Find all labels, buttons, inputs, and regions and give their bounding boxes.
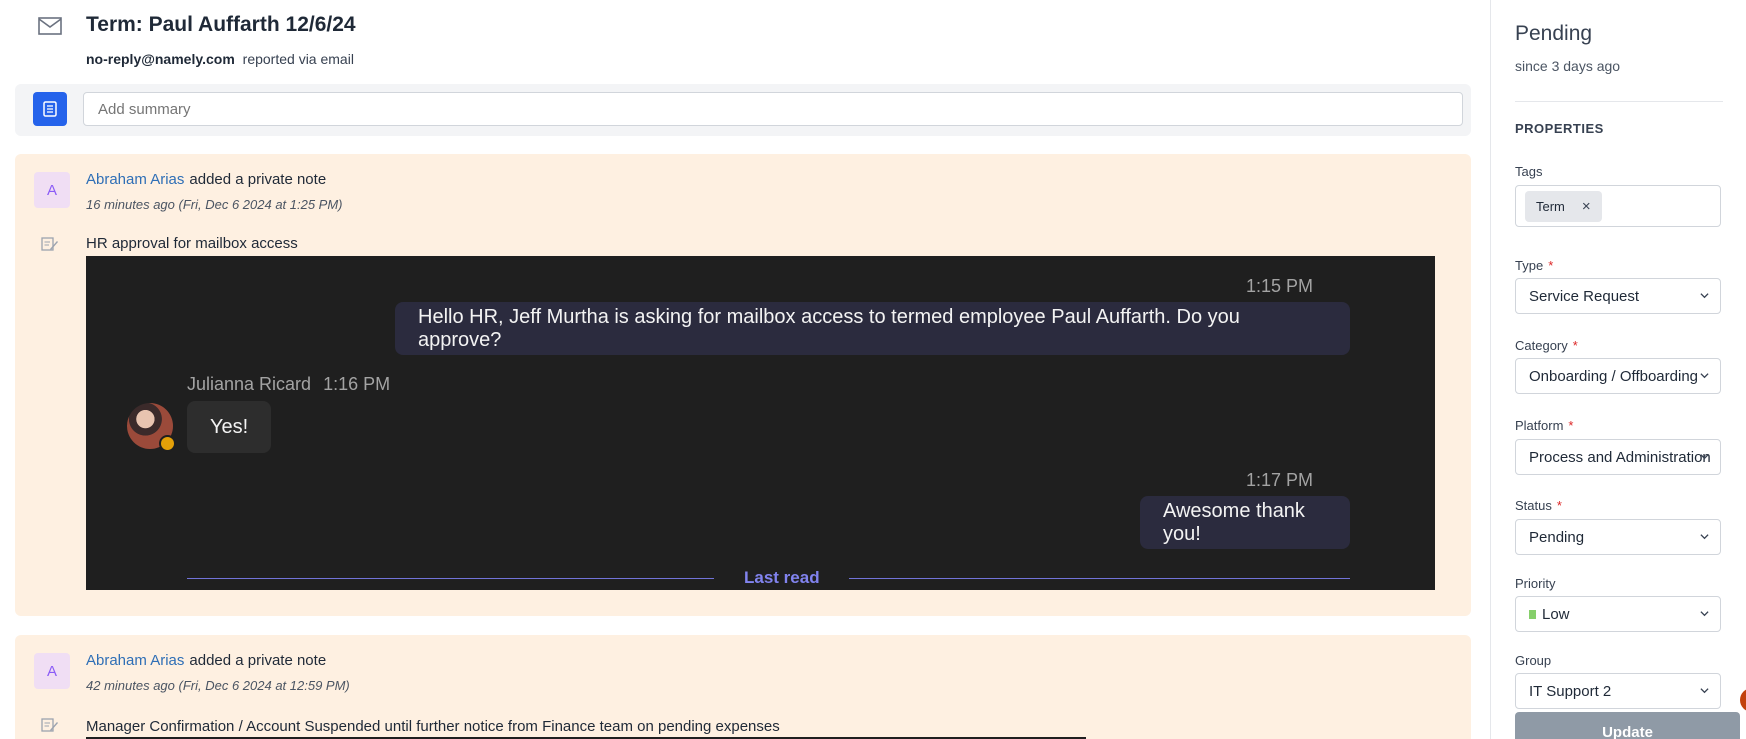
note-body: HR approval for mailbox access: [86, 235, 298, 252]
note-header: Abraham Arias added a private note: [86, 652, 326, 669]
status-heading: Pending: [1515, 22, 1593, 45]
tag-chip: Term ×: [1525, 191, 1602, 222]
ticket-main: Term: Paul Auffarth 12/6/24 no-reply@nam…: [0, 0, 1490, 739]
priority-select[interactable]: Low: [1515, 596, 1721, 632]
chevron-down-icon: [1700, 611, 1709, 617]
note-timestamp: 42 minutes ago (Fri, Dec 6 2024 at 12:59…: [86, 678, 350, 693]
last-read-divider: [187, 578, 714, 579]
chat-message: Yes!: [187, 401, 272, 453]
ticket-source: no-reply@namely.com reported via email: [86, 51, 354, 67]
priority-label: Priority: [1515, 576, 1556, 591]
remove-tag-icon[interactable]: ×: [1582, 198, 1591, 215]
platform-value: Process and Administration: [1529, 448, 1711, 466]
note-action: added a private note: [189, 652, 327, 669]
required-mark: *: [1572, 338, 1578, 353]
status-label-text: Status: [1515, 498, 1552, 513]
chevron-down-icon: [1700, 534, 1709, 540]
message-time: 1:17 PM: [1246, 470, 1314, 490]
summary-input[interactable]: [83, 92, 1463, 126]
avatar: A: [34, 653, 70, 689]
category-label: Category *: [1515, 338, 1578, 353]
required-mark: *: [1556, 498, 1562, 513]
status-value: Pending: [1529, 528, 1585, 546]
properties-heading: PROPERTIES: [1515, 121, 1604, 136]
note-author-link[interactable]: Abraham Arias: [86, 652, 184, 669]
platform-label: Platform *: [1515, 418, 1573, 433]
update-button[interactable]: Update: [1515, 712, 1740, 739]
note-action: added a private note: [189, 171, 327, 188]
divider: [1515, 101, 1723, 102]
chat-screenshot: 1:15 PM Hello HR, Jeff Murtha is asking …: [86, 256, 1435, 590]
type-select[interactable]: Service Request: [1515, 278, 1721, 314]
avatar: A: [34, 172, 70, 208]
group-select[interactable]: IT Support 2: [1515, 673, 1721, 709]
type-value: Service Request: [1529, 287, 1640, 305]
platform-select[interactable]: Process and Administration: [1515, 439, 1721, 475]
chevron-down-icon: [1700, 373, 1709, 379]
reporter-email[interactable]: no-reply@namely.com: [86, 51, 235, 67]
ticket-title: Term: Paul Auffarth 12/6/24: [86, 13, 356, 36]
properties-sidebar: Pending since 3 days ago PROPERTIES Tags…: [1491, 0, 1746, 739]
type-label: Type *: [1515, 258, 1553, 273]
notification-badge[interactable]: [1740, 688, 1746, 712]
note-edit-icon: [41, 237, 58, 251]
chat-message: Hello HR, Jeff Murtha is asking for mail…: [395, 302, 1350, 355]
type-label-text: Type: [1515, 258, 1544, 273]
document-icon: [43, 101, 57, 117]
chat-sender: Julianna Ricard 1:16 PM: [187, 374, 390, 395]
status-since: since 3 days ago: [1515, 58, 1621, 74]
clock-status-icon: [159, 435, 176, 452]
note-edit-icon: [41, 718, 58, 732]
note-timestamp: 16 minutes ago (Fri, Dec 6 2024 at 1:25 …: [86, 197, 343, 212]
chevron-down-icon: [1700, 688, 1709, 694]
priority-low-indicator: [1529, 609, 1536, 619]
note-header: Abraham Arias added a private note: [86, 171, 326, 188]
priority-value: Low: [1542, 605, 1570, 623]
last-read-divider: [849, 578, 1350, 579]
last-read-label: Last read: [744, 568, 820, 587]
tags-input[interactable]: Term ×: [1515, 185, 1721, 227]
user-avatar: [127, 403, 176, 452]
platform-label-text: Platform: [1515, 418, 1564, 433]
group-value: IT Support 2: [1529, 682, 1612, 700]
summary-bar: [15, 84, 1471, 136]
summary-button[interactable]: [33, 92, 67, 126]
chevron-down-icon: [1700, 454, 1709, 460]
category-select[interactable]: Onboarding / Offboarding: [1515, 358, 1721, 394]
chat-message: Awesome thank you!: [1140, 496, 1350, 549]
message-time: 1:15 PM: [1246, 276, 1314, 296]
status-label: Status *: [1515, 498, 1562, 513]
category-label-text: Category: [1515, 338, 1568, 353]
required-mark: *: [1548, 258, 1554, 273]
private-note: A Abraham Arias added a private note 42 m…: [15, 635, 1471, 739]
required-mark: *: [1568, 418, 1574, 433]
tags-label: Tags: [1515, 164, 1543, 179]
note-body: Manager Confirmation / Account Suspended…: [86, 718, 780, 735]
message-time: 1:16 PM: [323, 374, 391, 394]
note-author-link[interactable]: Abraham Arias: [86, 171, 184, 188]
reported-via: reported via email: [242, 51, 354, 67]
group-label: Group: [1515, 653, 1552, 668]
tag-label: Term: [1536, 199, 1565, 214]
private-note: A Abraham Arias added a private note 16 m…: [15, 154, 1471, 616]
mail-icon: [38, 17, 62, 35]
chevron-down-icon: [1700, 293, 1709, 299]
category-value: Onboarding / Offboarding: [1529, 367, 1699, 385]
sender-name: Julianna Ricard: [187, 374, 312, 394]
status-select[interactable]: Pending: [1515, 519, 1721, 555]
